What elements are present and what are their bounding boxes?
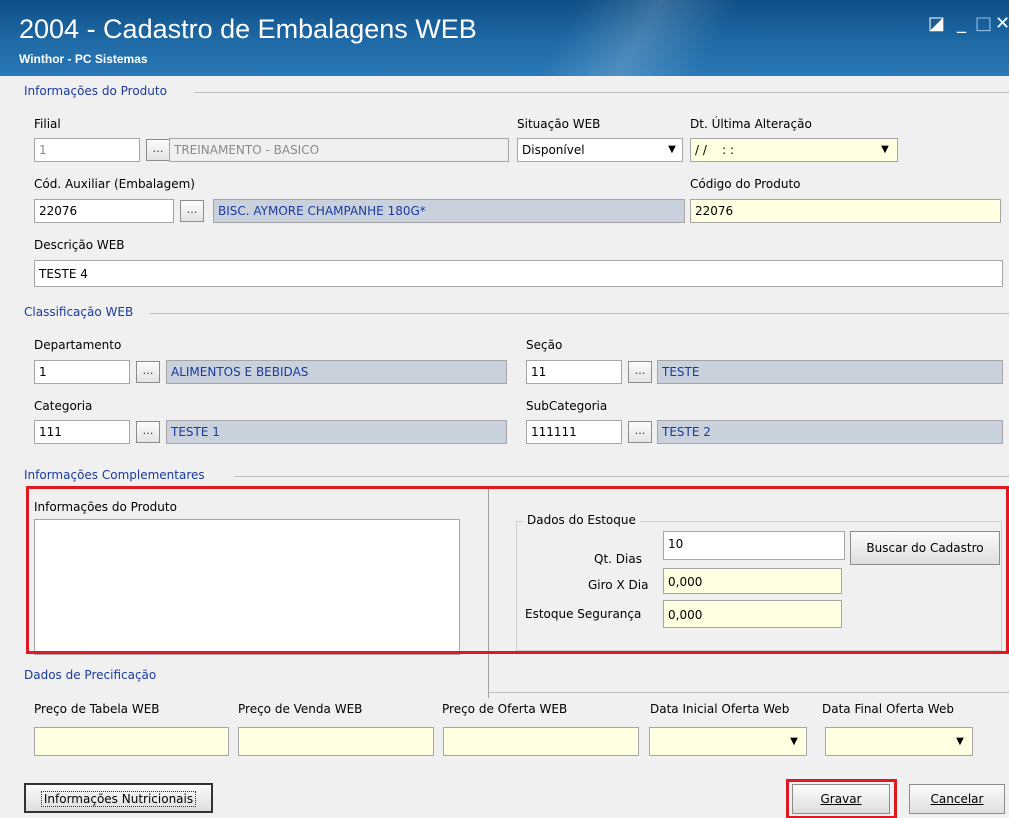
filial-label: Filial <box>34 117 61 131</box>
descricao-web-input[interactable]: TESTE 4 <box>34 260 1003 287</box>
situacao-select[interactable]: Disponível ▼ <box>517 138 683 162</box>
subcategoria-description: TESTE 2 <box>657 420 1003 444</box>
subcategoria-label: SubCategoria <box>526 399 608 413</box>
chevron-down-icon: ▼ <box>790 736 798 747</box>
cod-auxiliar-lookup-button[interactable]: … <box>180 200 204 222</box>
close-icon[interactable]: ✕ <box>995 14 1009 34</box>
chevron-down-icon: ▼ <box>668 144 676 155</box>
codigo-produto-label: Código do Produto <box>690 177 801 191</box>
maximize-icon[interactable]: □ <box>975 14 992 34</box>
secao-lookup-button[interactable]: … <box>628 361 652 383</box>
preco-oferta-label: Preço de Oferta WEB <box>442 702 568 716</box>
chevron-down-icon: ▼ <box>956 736 964 747</box>
restore-icon[interactable]: ◪ <box>928 14 945 34</box>
secao-input[interactable]: 11 <box>526 360 622 384</box>
section-title-classificacao: Classificação WEB <box>24 305 134 319</box>
minimize-icon[interactable]: _ <box>957 14 966 34</box>
informacoes-nutricionais-label: Informações Nutricionais <box>40 791 197 807</box>
preco-tabela-field[interactable] <box>34 727 229 756</box>
departamento-description: ALIMENTOS E BEBIDAS <box>166 360 507 384</box>
informacoes-nutricionais-button[interactable]: Informações Nutricionais <box>24 783 213 813</box>
data-final-oferta-field[interactable]: ▼ <box>825 727 973 756</box>
preco-venda-label: Preço de Venda WEB <box>238 702 363 716</box>
title-bar[interactable]: 2004 - Cadastro de Embalagens WEB Wintho… <box>0 0 1009 76</box>
filial-input[interactable]: 1 <box>34 138 140 162</box>
section-divider <box>150 313 1009 314</box>
secao-label: Seção <box>526 338 563 352</box>
dt-ultima-alteracao-field[interactable]: / / : : ▼ <box>690 138 898 162</box>
descricao-web-label: Descrição WEB <box>34 238 125 252</box>
section-divider <box>234 476 1009 477</box>
cancelar-button[interactable]: Cancelar <box>909 784 1005 814</box>
window-title: 2004 - Cadastro de Embalagens WEB <box>19 14 477 44</box>
dt-ultima-alteracao-value: / / : : <box>695 143 735 157</box>
departamento-lookup-button[interactable]: … <box>136 361 160 383</box>
filial-lookup-button[interactable]: … <box>146 139 170 161</box>
application-window: 2004 - Cadastro de Embalagens WEB Wintho… <box>0 0 1009 818</box>
cod-auxiliar-input[interactable]: 22076 <box>34 199 174 223</box>
data-inicial-oferta-field[interactable]: ▼ <box>649 727 807 756</box>
categoria-description: TESTE 1 <box>166 420 507 444</box>
categoria-lookup-button[interactable]: … <box>136 421 160 443</box>
codigo-produto-field: 22076 <box>690 199 1001 223</box>
categoria-input[interactable]: 111 <box>34 420 130 444</box>
departamento-label: Departamento <box>34 338 122 352</box>
highlight-gravar <box>786 779 897 818</box>
categoria-label: Categoria <box>34 399 93 413</box>
data-final-oferta-label: Data Final Oferta Web <box>822 702 954 716</box>
subcategoria-input[interactable]: 111111 <box>526 420 622 444</box>
preco-oferta-field[interactable] <box>443 727 639 756</box>
chevron-down-icon: ▼ <box>881 144 889 155</box>
section-title-complementares: Informações Complementares <box>24 468 205 482</box>
data-inicial-oferta-label: Data Inicial Oferta Web <box>650 702 790 716</box>
cod-auxiliar-description: BISC. AYMORE CHAMPANHE 180G* <box>213 199 685 223</box>
section-divider <box>194 92 1009 93</box>
situacao-label: Situação WEB <box>517 117 601 131</box>
window-subtitle: Winthor - PC Sistemas <box>19 52 148 66</box>
secao-description: TESTE <box>657 360 1003 384</box>
title-bar-glare <box>520 0 790 76</box>
preco-tabela-label: Preço de Tabela WEB <box>34 702 160 716</box>
section-divider <box>488 692 1009 693</box>
dt-ultima-alteracao-label: Dt. Última Alteração <box>690 117 812 131</box>
cod-auxiliar-label: Cód. Auxiliar (Embalagem) <box>34 177 195 191</box>
filial-description: TREINAMENTO - BASICO <box>169 138 509 162</box>
section-title-product-info: Informações do Produto <box>24 84 167 98</box>
subcategoria-lookup-button[interactable]: … <box>628 421 652 443</box>
section-title-precificacao: Dados de Precificação <box>24 668 157 682</box>
highlight-complementares <box>26 486 1009 654</box>
form-content: Informações do Produto Filial 1 … TREINA… <box>12 76 1009 818</box>
departamento-input[interactable]: 1 <box>34 360 130 384</box>
preco-venda-field[interactable] <box>238 727 434 756</box>
situacao-value: Disponível <box>522 143 585 157</box>
